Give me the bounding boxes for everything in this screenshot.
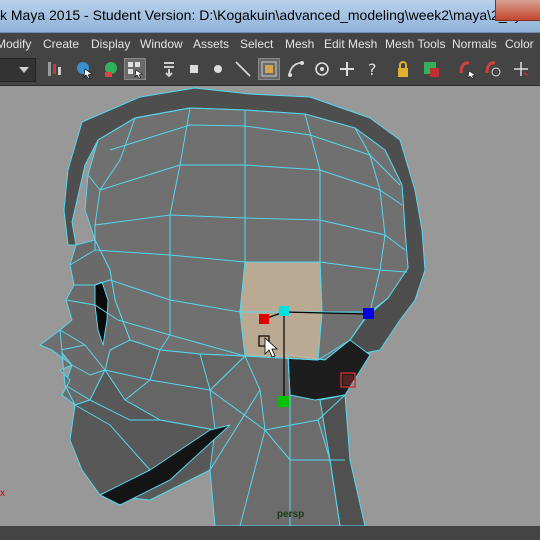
help-icon[interactable]: ? [362,58,384,80]
menu-normals[interactable]: Normals [452,37,497,51]
camera-name-label: persp [277,509,305,520]
menu-create[interactable]: Create [43,37,79,51]
menu-assets[interactable]: Assets [193,37,229,51]
render-settings-icon[interactable] [510,58,532,80]
snap-circle-icon[interactable] [207,58,229,80]
menu-display[interactable]: Display [91,37,130,51]
line-icon[interactable] [232,58,254,80]
close-button[interactable] [495,0,540,21]
axis-label-x: x [0,488,5,499]
snap-curve-icon[interactable] [285,58,307,80]
lock-icon[interactable] [392,58,414,80]
select-by-component-icon[interactable] [100,58,122,80]
window-title: k Maya 2015 - Student Version: D:\Kogaku… [0,7,540,23]
status-bar [0,526,540,540]
perspective-viewport[interactable]: x persp [0,86,540,526]
select-by-object-icon[interactable] [74,58,96,80]
menu-set-dropdown[interactable] [0,58,36,82]
menu-select[interactable]: Select [240,37,273,51]
render-icon[interactable] [456,58,478,80]
highlighted-mode-icon[interactable] [258,58,280,80]
snap-point-icon[interactable] [311,58,333,80]
chevron-down-icon [19,67,29,73]
menu-color[interactable]: Color [505,37,534,51]
head-mesh[interactable] [0,86,540,526]
snap-grid-icon[interactable] [336,58,358,80]
lock-selection-icon[interactable] [124,58,146,80]
ipr-render-icon[interactable] [482,58,504,80]
menu-bar: Modify Create Display Window Assets Sele… [0,33,540,55]
menu-edit-mesh[interactable]: Edit Mesh [324,37,377,51]
svg-text:?: ? [368,60,377,79]
menu-mesh[interactable]: Mesh [285,37,314,51]
point-snap-icon[interactable] [183,58,205,80]
select-by-hierarchy-icon[interactable] [44,58,66,80]
status-line-toolbar: ? [0,55,540,86]
menu-mesh-tools[interactable]: Mesh Tools [385,37,445,51]
menu-window[interactable]: Window [140,37,183,51]
construction-history-icon[interactable] [420,58,442,80]
select-tool-icon[interactable] [158,58,180,80]
menu-modify[interactable]: Modify [0,37,31,51]
title-bar: k Maya 2015 - Student Version: D:\Kogaku… [0,0,540,33]
